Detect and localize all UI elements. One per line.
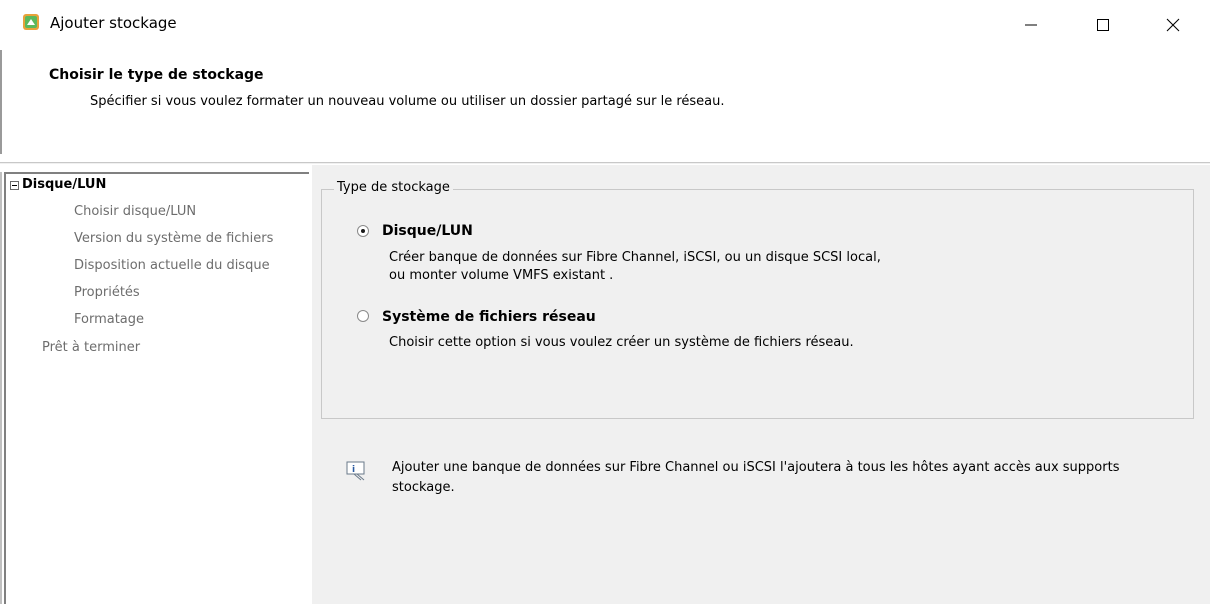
option-nfs-desc: Choisir cette option si vous voulez crée… [389, 335, 854, 350]
option-disque-lun-label[interactable]: Disque/LUN [382, 223, 473, 239]
window-title: Ajouter stockage [50, 14, 177, 32]
radio-selected-dot [361, 229, 365, 233]
maximize-button[interactable] [1080, 0, 1126, 50]
minimize-button[interactable] [1008, 0, 1054, 50]
title-bar: Ajouter stockage [0, 0, 1210, 50]
option-disque-lun-desc-line2: ou monter volume VMFS existant . [389, 268, 614, 283]
nav-step-disque-lun[interactable]: Disque/LUN [22, 177, 106, 192]
option-nfs-label[interactable]: Système de fichiers réseau [382, 309, 596, 325]
nav-step-proprietes[interactable]: Propriétés [74, 285, 140, 300]
nav-step-version-systeme[interactable]: Version du système de fichiers [74, 231, 315, 246]
page-title: Choisir le type de stockage [49, 67, 264, 83]
option-disque-lun-desc-line1: Créer banque de données sur Fibre Channe… [389, 250, 881, 265]
storage-type-legend: Type de stockage [334, 180, 453, 195]
close-icon [1166, 18, 1180, 32]
wizard-content: Type de stockage Disque/LUN Créer banque… [312, 165, 1210, 604]
radio-disque-lun[interactable] [357, 225, 369, 237]
app-icon [22, 13, 40, 31]
nav-step-pret-terminer[interactable]: Prêt à terminer [42, 340, 140, 355]
radio-systeme-fichiers-reseau[interactable] [357, 310, 369, 322]
page-subtitle: Spécifier si vous voulez formater un nou… [90, 94, 725, 109]
nav-step-disposition-disque[interactable]: Disposition actuelle du disque [74, 258, 270, 273]
info-message: Ajouter une banque de données sur Fibre … [392, 460, 1120, 495]
svg-text:i: i [352, 465, 355, 475]
nav-step-formatage[interactable]: Formatage [74, 312, 144, 327]
window-left-edge [0, 50, 2, 154]
nav-outer-border [0, 172, 2, 604]
wizard-steps-panel: Disque/LUN Choisir disque/LUN Version du… [4, 172, 309, 604]
info-icon: i [346, 461, 368, 481]
storage-type-groupbox: Type de stockage Disque/LUN Créer banque… [321, 180, 1194, 419]
close-button[interactable] [1150, 0, 1196, 50]
maximize-icon [1097, 19, 1109, 31]
minimize-icon [1025, 24, 1037, 26]
header-divider-highlight [0, 163, 1210, 164]
nav-step-choisir-disque[interactable]: Choisir disque/LUN [74, 204, 196, 219]
collapse-toggle-icon[interactable] [10, 181, 19, 190]
